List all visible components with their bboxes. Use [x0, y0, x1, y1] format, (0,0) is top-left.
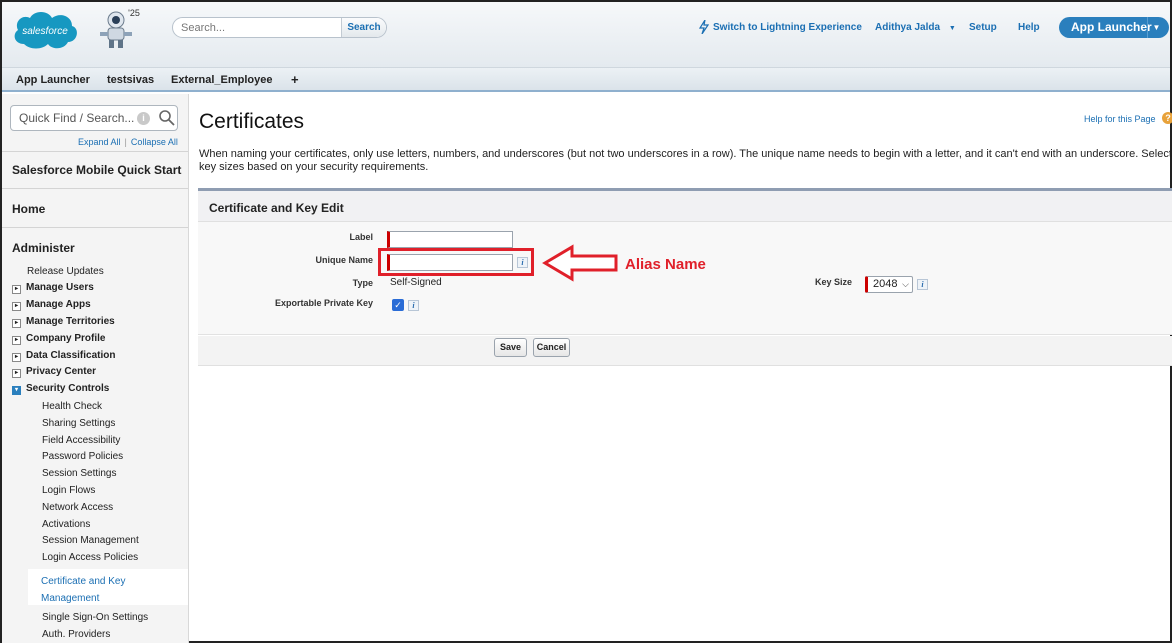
search-icon[interactable] [157, 108, 177, 128]
unique-name-field-label: Unique Name [315, 255, 373, 265]
expand-toggle-icon[interactable]: ▸ [12, 302, 21, 311]
app-launcher-button[interactable]: App Launcher ▼ [1059, 17, 1169, 38]
panel-footer [198, 336, 1172, 366]
page-title: Certificates [199, 110, 305, 133]
exportable-key-field-label: Exportable Private Key [274, 298, 373, 308]
expand-toggle-icon[interactable]: ▸ [12, 319, 21, 328]
administer-heading: Administer [12, 241, 75, 255]
info-icon[interactable]: i [917, 279, 928, 290]
release-mascot-icon: '25 [100, 8, 140, 48]
sidebar-group-data-classification[interactable]: ▸ Data Classification [12, 350, 115, 362]
exportable-key-checkbox[interactable]: ✓ [392, 299, 404, 311]
sidebar-group-company-profile[interactable]: ▸ Company Profile [12, 333, 105, 345]
switch-to-lightning-link[interactable]: Switch to Lightning Experience [713, 22, 862, 33]
chevron-down-icon: ▼ [948, 25, 956, 32]
help-icon[interactable]: ? [1162, 112, 1172, 124]
sidebar-item-login-access-policies[interactable]: Login Access Policies [42, 552, 138, 563]
panel-header: Certificate and Key Edit [198, 191, 1172, 222]
global-search: Search [172, 17, 387, 38]
quick-find-input[interactable] [19, 111, 134, 125]
expand-toggle-icon[interactable]: ▸ [12, 285, 21, 294]
logo-text: salesforce [22, 26, 68, 37]
sidebar-item-single-sign-on[interactable]: Single Sign-On Settings [42, 612, 148, 623]
type-value: Self-Signed [390, 277, 442, 288]
sidebar-group-manage-territories[interactable]: ▸ Manage Territories [12, 316, 115, 328]
global-search-button[interactable]: Search [341, 18, 386, 37]
sidebar-item-sharing-settings[interactable]: Sharing Settings [42, 418, 115, 429]
key-size-value: 2048 [873, 278, 898, 290]
collapse-toggle-icon[interactable]: ▾ [12, 386, 21, 395]
sidebar-group-privacy-center[interactable]: ▸ Privacy Center [12, 366, 96, 378]
label-field-label: Label [349, 232, 373, 242]
add-tab-plus-icon[interactable]: + [291, 72, 299, 87]
sidebar-item-certificate-key-management[interactable]: Certificate and Key Management [28, 569, 188, 605]
sidebar-item-password-policies[interactable]: Password Policies [42, 451, 123, 462]
setup-link[interactable]: Setup [969, 22, 997, 33]
quick-start-link[interactable]: Salesforce Mobile Quick Start [12, 163, 181, 177]
sidebar-item-session-settings[interactable]: Session Settings [42, 468, 117, 479]
tab-external-employee[interactable]: External_Employee [171, 74, 273, 86]
collapse-all-link[interactable]: Collapse All [131, 137, 178, 147]
release-updates-link[interactable]: Release Updates [27, 266, 104, 277]
expand-all-link[interactable]: Expand All [78, 137, 121, 147]
sidebar-item-network-access[interactable]: Network Access [42, 502, 113, 513]
expand-toggle-icon[interactable]: ▸ [12, 353, 21, 362]
sidebar-group-label: Manage Apps [26, 299, 91, 310]
key-size-select[interactable]: 2048 ⌵ [865, 276, 913, 293]
info-icon[interactable]: i [408, 300, 419, 311]
sidebar-group-security-controls[interactable]: ▾ Security Controls [12, 383, 109, 395]
expand-toggle-icon[interactable]: ▸ [12, 369, 21, 378]
label-input[interactable] [387, 231, 513, 248]
info-icon[interactable]: i [137, 112, 150, 125]
annotation-label: Alias Name [625, 256, 706, 273]
expand-collapse-links: Expand All | Collapse All [78, 137, 178, 147]
sidebar-item-session-management[interactable]: Session Management [42, 535, 139, 546]
save-button[interactable]: Save [494, 338, 527, 357]
sidebar-group-label: Company Profile [26, 333, 106, 344]
help-for-page-link[interactable]: Help for this Page [1084, 114, 1156, 124]
annotation-highlight-box [378, 248, 534, 276]
tab-bar: App Launcher testsivas External_Employee… [2, 68, 1170, 92]
cancel-button[interactable]: Cancel [533, 338, 570, 357]
app-launcher-label: App Launcher [1071, 20, 1152, 34]
caret-down-icon[interactable]: ▼ [1147, 17, 1165, 38]
salesforce-logo[interactable]: salesforce [10, 8, 80, 52]
sidebar-item-activations[interactable]: Activations [42, 519, 90, 530]
sidebar-group-label: Manage Territories [26, 316, 115, 327]
page-description: When naming your certificates, only use … [199, 148, 1172, 173]
expand-toggle-icon[interactable]: ▸ [12, 336, 21, 345]
sidebar-item-health-check[interactable]: Health Check [42, 401, 102, 412]
sidebar-group-manage-apps[interactable]: ▸ Manage Apps [12, 299, 91, 311]
sidebar-item-auth-providers[interactable]: Auth. Providers [42, 629, 110, 640]
setup-sidebar: i Expand All|Collapse All Salesforce Mob… [2, 94, 189, 643]
help-link[interactable]: Help [1018, 22, 1040, 33]
user-menu-label: Adithya Jalda [875, 22, 941, 33]
tab-testsivas[interactable]: testsivas [107, 74, 154, 86]
lightning-bolt-icon [699, 20, 709, 34]
header: salesforce '25 Search Switch to Lightnin… [2, 2, 1170, 68]
sidebar-group-label: Data Classification [26, 350, 116, 361]
sidebar-group-label: Security Controls [26, 383, 110, 394]
certificate-edit-panel: Certificate and Key Edit [198, 188, 1172, 366]
type-field-label: Type [352, 278, 373, 288]
user-menu[interactable]: Adithya Jalda ▼ [875, 22, 956, 33]
panel-title: Certificate and Key Edit [209, 201, 344, 215]
sidebar-group-label: Privacy Center [26, 366, 97, 377]
sidebar-item-field-accessibility[interactable]: Field Accessibility [42, 435, 120, 446]
sidebar-item-label: Certificate and Key Management [41, 576, 126, 604]
tab-app-launcher[interactable]: App Launcher [16, 74, 90, 86]
key-size-field-label: Key Size [814, 277, 852, 287]
home-link[interactable]: Home [12, 202, 45, 216]
sidebar-item-login-flows[interactable]: Login Flows [42, 485, 95, 496]
global-search-input[interactable] [181, 21, 341, 35]
annotation-arrow-icon [542, 244, 618, 282]
chevron-down-icon: ⌵ [902, 279, 909, 289]
mascot-badge: '25 [128, 8, 140, 18]
sidebar-group-label: Manage Users [26, 282, 94, 293]
sidebar-group-manage-users[interactable]: ▸ Manage Users [12, 282, 94, 294]
quick-find: i [10, 105, 178, 131]
